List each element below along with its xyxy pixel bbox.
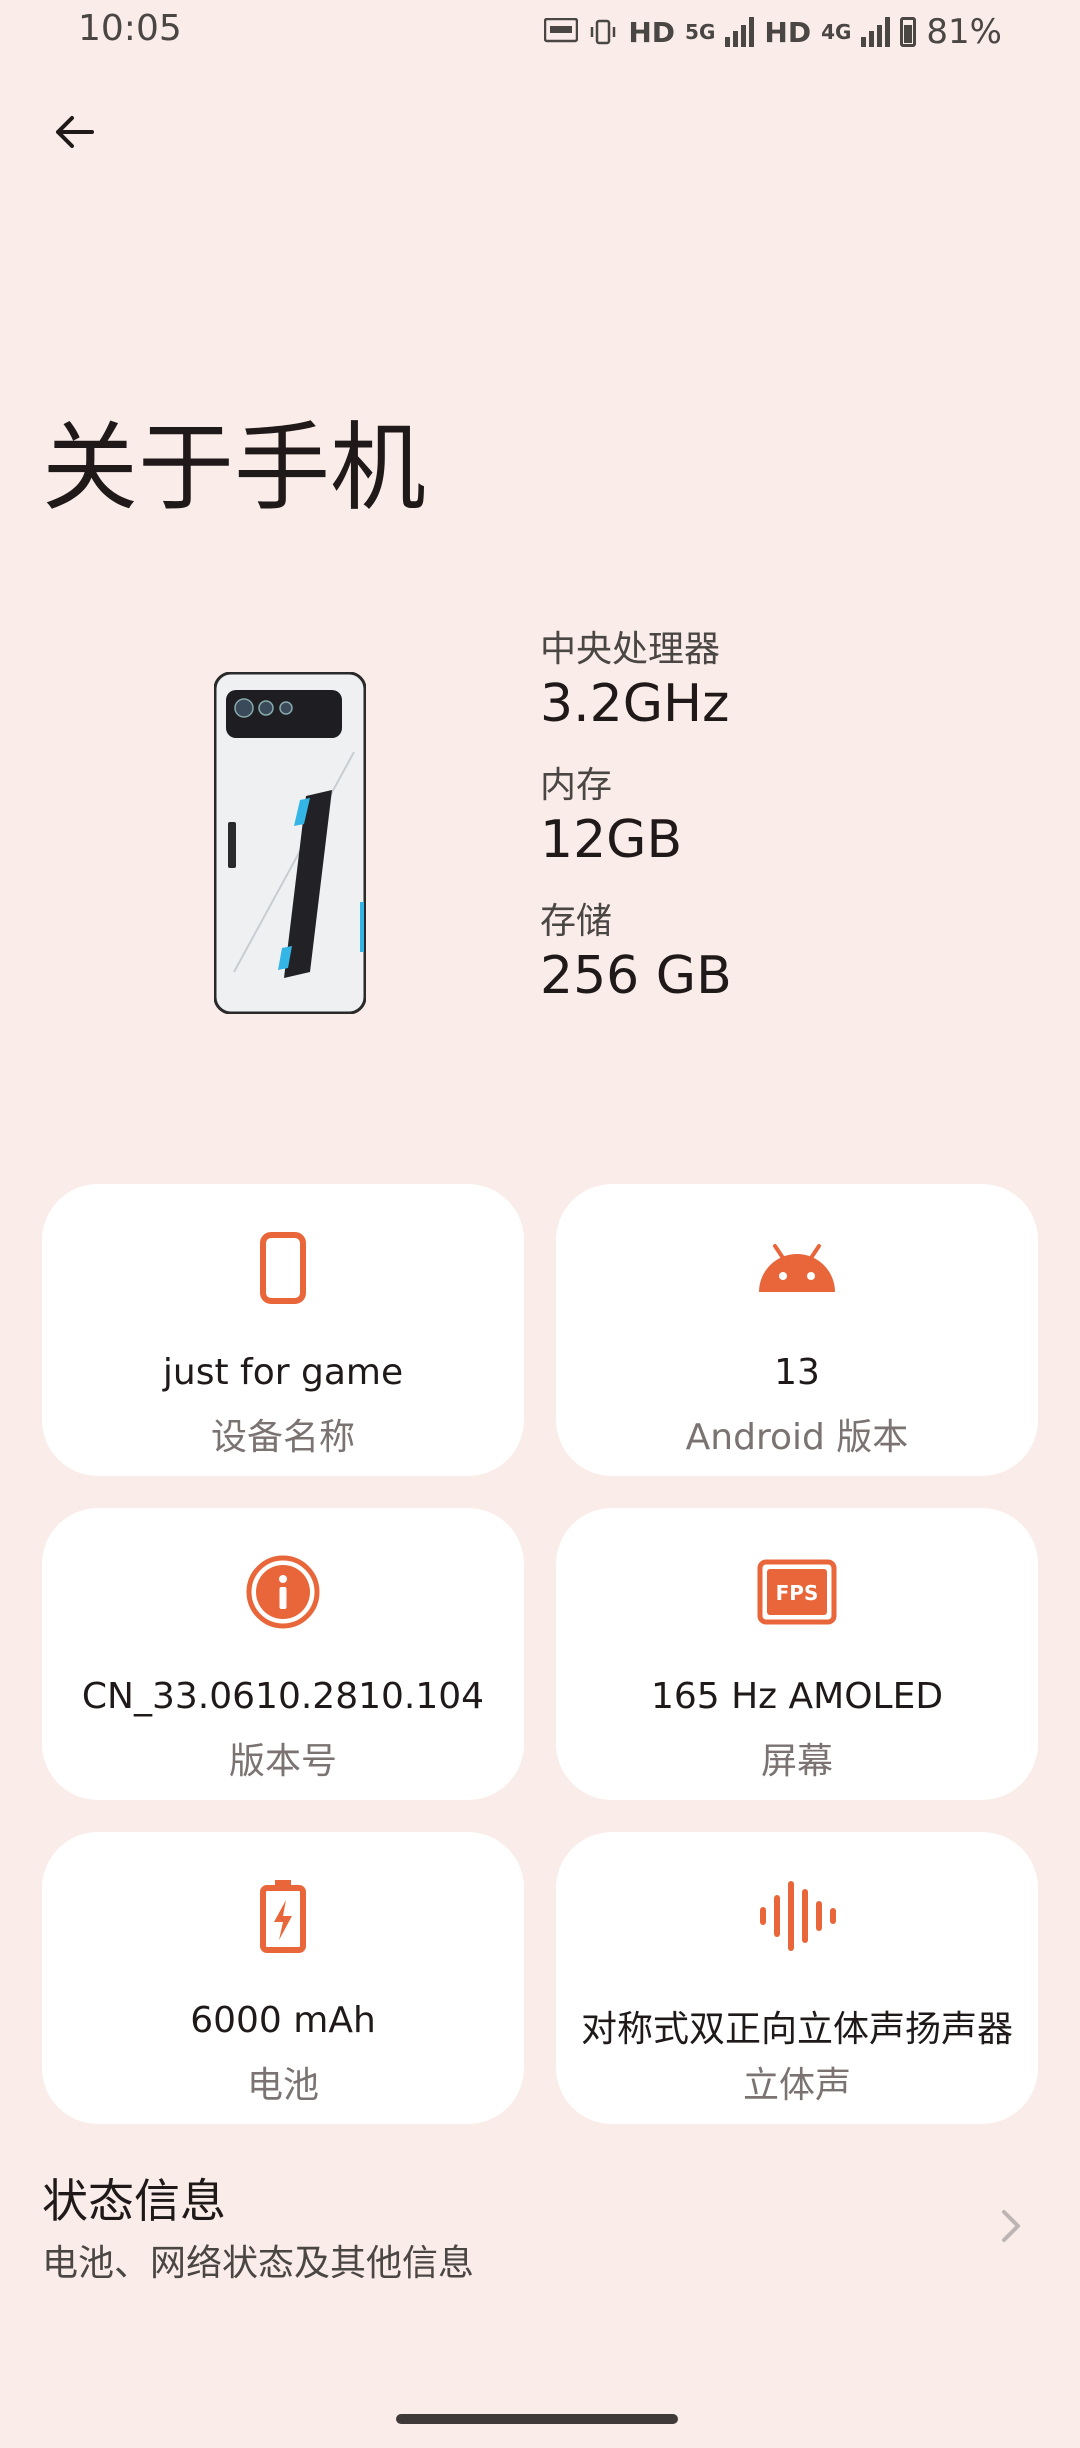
status-icons: HD 5G HD 4G 81% — [544, 10, 1002, 54]
chevron-right-icon — [1002, 2210, 1020, 2242]
card-stereo[interactable]: 对称式双正向立体声扬声器 立体声 — [556, 1832, 1038, 2124]
card-label: 屏幕 — [760, 1741, 833, 1782]
spec-label: 中央处理器 — [540, 629, 721, 670]
fps-icon: FPS — [757, 1552, 837, 1632]
card-value: 对称式双正向立体声扬声器 — [580, 2009, 1013, 2050]
spec-memory: 内存 12GB — [540, 764, 732, 872]
signal-icon — [725, 17, 755, 47]
card-android-version[interactable]: 13 Android 版本 — [556, 1184, 1038, 1476]
hd-icon: HD — [764, 15, 812, 49]
spec-label: 内存 — [540, 765, 613, 806]
spec-value: 12GB — [540, 810, 683, 870]
card-battery[interactable]: 6000 mAh 电池 — [42, 1832, 524, 2124]
status-info-title: 状态信息 — [42, 2174, 226, 2228]
hd-icon: HD — [628, 15, 676, 49]
card-build-number[interactable]: CN_33.0610.2810.104 版本号 — [42, 1508, 524, 1800]
card-label: 版本号 — [228, 1741, 337, 1782]
info-icon — [243, 1552, 323, 1632]
card-value: just for game — [162, 1352, 404, 1393]
status-info-subtitle: 电池、网络状态及其他信息 — [42, 2243, 475, 2284]
card-value: 165 Hz AMOLED — [650, 1676, 944, 1717]
spec-cpu: 中央处理器 3.2GHz — [540, 628, 732, 736]
info-cards: just for game 设备名称 13 Android 版本 CN_33.0… — [42, 1184, 1038, 2124]
4g-icon: 4G — [821, 20, 852, 44]
card-label: 立体声 — [742, 2065, 851, 2106]
card-value: 13 — [774, 1352, 820, 1393]
sound-wave-icon — [757, 1876, 837, 1956]
card-label: 电池 — [246, 2065, 319, 2106]
fps-icon-text: FPS — [776, 1581, 819, 1605]
back-arrow-icon — [56, 116, 94, 148]
card-value: CN_33.0610.2810.104 — [81, 1676, 485, 1717]
battery-charging-icon — [243, 1876, 323, 1956]
phone-icon — [243, 1228, 323, 1308]
status-time: 10:05 — [78, 8, 182, 49]
spec-label: 存储 — [540, 901, 613, 942]
status-bar: 10:05 HD 5G HD 4G 81% — [0, 0, 1080, 64]
signal-icon — [861, 17, 891, 47]
page-title: 关于手机 — [42, 412, 426, 524]
phone-image — [214, 672, 366, 1014]
android-icon — [757, 1228, 837, 1308]
card-screen[interactable]: FPS 165 Hz AMOLED 屏幕 — [556, 1508, 1038, 1800]
back-button[interactable] — [44, 102, 104, 162]
card-label: Android 版本 — [685, 1417, 909, 1458]
spec-storage: 存储 256 GB — [540, 900, 732, 1008]
5g-icon: 5G — [685, 20, 716, 44]
spec-value: 256 GB — [540, 946, 732, 1006]
card-label: 设备名称 — [210, 1417, 355, 1458]
battery-icon — [900, 17, 917, 47]
specs-list: 中央处理器 3.2GHz 内存 12GB 存储 256 GB — [540, 628, 732, 1036]
card-device-name[interactable]: just for game 设备名称 — [42, 1184, 524, 1476]
gesture-nav-handle[interactable] — [396, 2414, 678, 2424]
spec-value: 3.2GHz — [540, 674, 730, 734]
vibrate-icon — [591, 19, 616, 45]
status-info-row[interactable]: 状态信息 电池、网络状态及其他信息 — [42, 2166, 1038, 2296]
card-value: 6000 mAh — [190, 2000, 376, 2041]
battery-percent: 81% — [926, 12, 1002, 52]
auto-hz-icon — [544, 18, 579, 43]
